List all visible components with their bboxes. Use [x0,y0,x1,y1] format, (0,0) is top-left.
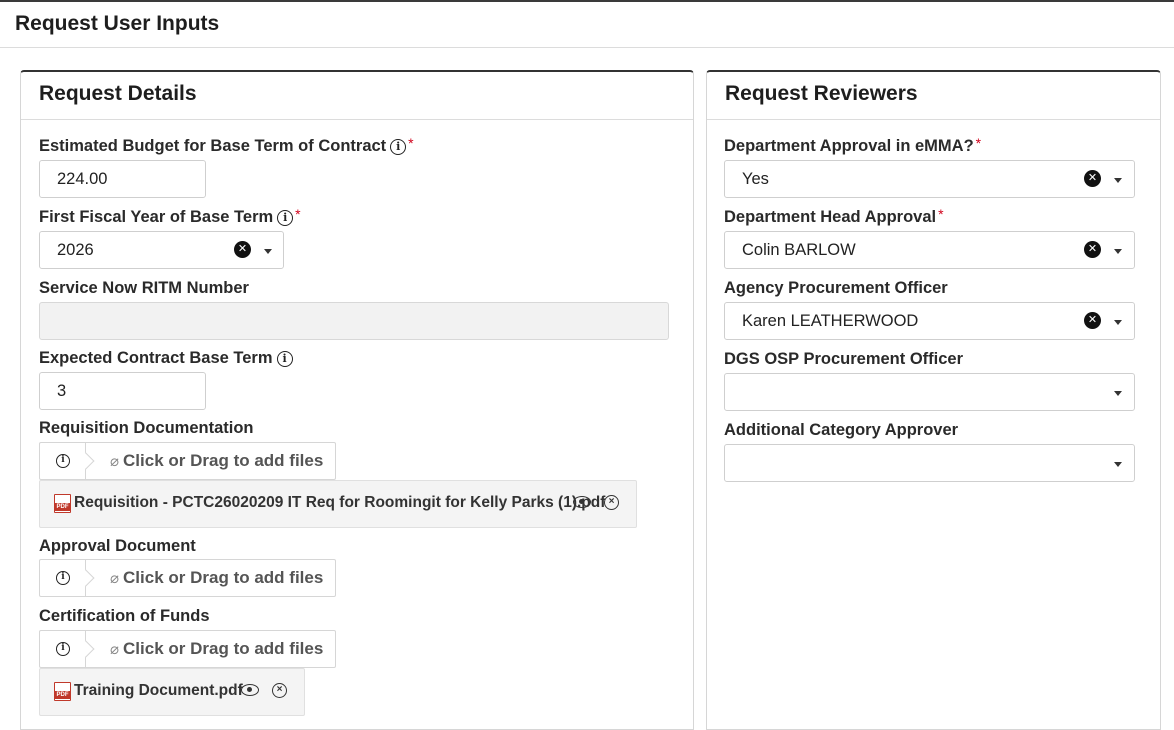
approval-upload[interactable]: i ⌀ Click or Drag to add files [39,559,336,597]
request-details-title: Request Details [21,72,693,120]
budget-label: Estimated Budget for Base Term of Contra… [39,134,414,156]
caret-down-icon[interactable] [1114,462,1122,467]
caret-down-icon[interactable] [264,249,272,254]
clear-icon[interactable]: ✕ [234,241,251,258]
caret-down-icon[interactable] [1114,249,1122,254]
info-icon[interactable]: i [56,642,70,656]
request-reviewers-title: Request Reviewers [707,72,1160,120]
upload-prompt[interactable]: ⌀ Click or Drag to add files [110,639,323,659]
paperclip-icon: ⌀ [110,570,120,587]
emma-label: Department Approval in eMMA? * [724,134,982,156]
base-term-input[interactable]: 3 [39,372,206,410]
agency-po-value: Karen LEATHERWOOD [742,312,919,330]
category-approver-select[interactable] [724,444,1135,482]
funds-file-name[interactable]: Training Document.pdf [74,682,243,700]
info-icon[interactable]: i [56,454,70,468]
caret-down-icon[interactable] [1114,391,1122,396]
remove-circle-icon[interactable]: × [272,683,287,698]
required-marker: * [938,205,944,222]
approval-label: Approval Document [39,537,196,555]
request-reviewers-panel: Request Reviewers Department Approval in… [706,70,1161,730]
funds-upload[interactable]: i ⌀ Click or Drag to add files [39,630,336,668]
requisition-file-item: PDF Requisition - PCTC26020209 IT Req fo… [39,480,637,528]
fiscal-year-label: First Fiscal Year of Base Term i * [39,205,301,227]
caret-down-icon[interactable] [1114,178,1122,183]
base-term-label: Expected Contract Base Term i [39,349,293,368]
dgs-po-label: DGS OSP Procurement Officer [724,350,964,368]
caret-down-icon[interactable] [1114,320,1122,325]
info-icon[interactable]: i [276,350,293,367]
clear-icon[interactable]: ✕ [1084,170,1101,187]
dgs-po-select[interactable] [724,373,1135,411]
budget-input[interactable]: 224.00 [39,160,206,198]
upload-prompt[interactable]: ⌀ Click or Drag to add files [110,451,323,471]
requisition-label: Requisition Documentation [39,419,254,437]
eye-icon[interactable] [241,684,259,696]
upload-prompt[interactable]: ⌀ Click or Drag to add files [110,568,323,588]
ritm-input [39,302,669,340]
requisition-file-name[interactable]: Requisition - PCTC26020209 IT Req for Ro… [74,494,605,512]
required-marker: * [295,205,301,222]
agency-po-select[interactable]: Karen LEATHERWOOD ✕ [724,302,1135,340]
funds-label: Certification of Funds [39,607,210,625]
info-icon[interactable]: i [56,571,70,585]
clear-icon[interactable]: ✕ [1084,312,1101,329]
required-marker: * [975,134,982,151]
page-header: Request User Inputs [0,0,1174,48]
fiscal-year-select[interactable]: 2026 ✕ [39,231,284,269]
paperclip-icon: ⌀ [110,453,120,470]
dept-head-value: Colin BARLOW [742,241,856,259]
dept-head-select[interactable]: Colin BARLOW ✕ [724,231,1135,269]
paperclip-icon: ⌀ [110,641,120,658]
dept-head-label: Department Head Approval * [724,205,944,227]
eye-icon[interactable] [573,496,591,508]
category-approver-label: Additional Category Approver [724,421,959,439]
agency-po-label: Agency Procurement Officer [724,279,948,297]
remove-circle-icon[interactable]: × [604,495,619,510]
required-marker: * [408,134,414,151]
fiscal-year-value: 2026 [57,241,94,259]
info-icon[interactable]: i [277,209,294,226]
emma-value: Yes [742,170,769,188]
clear-icon[interactable]: ✕ [1084,241,1101,258]
request-details-panel: Request Details Estimated Budget for Bas… [20,70,694,730]
pdf-file-icon: PDF [54,682,71,701]
funds-file-item: PDF Training Document.pdf × [39,668,305,716]
requisition-upload[interactable]: i ⌀ Click or Drag to add files [39,442,336,480]
emma-select[interactable]: Yes ✕ [724,160,1135,198]
ritm-label: Service Now RITM Number [39,279,249,297]
info-icon[interactable]: i [390,138,407,155]
page-title: Request User Inputs [15,12,220,35]
pdf-file-icon: PDF [54,494,71,513]
